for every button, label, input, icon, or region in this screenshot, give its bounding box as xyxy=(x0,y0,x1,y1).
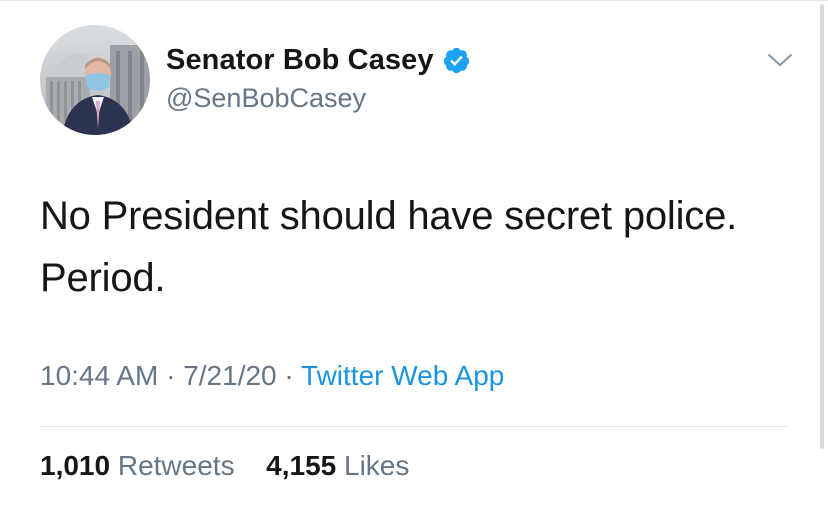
profile-photo xyxy=(40,25,150,135)
top-divider xyxy=(0,0,828,1)
tweet-menu-button[interactable] xyxy=(764,46,796,74)
likes-stat[interactable]: 4,155 Likes xyxy=(266,450,409,481)
likes-count: 4,155 xyxy=(266,450,337,481)
tweet-date[interactable]: 7/21/20 xyxy=(183,360,276,391)
scroll-indicator[interactable] xyxy=(820,4,824,449)
retweets-count: 1,010 xyxy=(40,450,111,481)
stats-divider xyxy=(40,426,788,427)
tweet-time[interactable]: 10:44 AM xyxy=(40,360,158,391)
tweet-stats: 1,010 Retweets 4,155 Likes xyxy=(40,450,409,482)
tweet-meta: 10:44 AM · 7/21/20 · Twitter Web App xyxy=(40,360,504,392)
retweets-stat[interactable]: 1,010 Retweets xyxy=(40,450,242,481)
tweet-source-link[interactable]: Twitter Web App xyxy=(301,360,504,391)
tweet-text: No President should have secret police. … xyxy=(40,194,738,300)
likes-label: Likes xyxy=(344,450,410,481)
verified-badge-icon xyxy=(442,46,471,75)
author-name-row[interactable]: Senator Bob Casey xyxy=(166,42,471,78)
retweets-label: Retweets xyxy=(117,450,235,481)
meta-separator-2: · xyxy=(284,360,294,391)
chevron-down-icon xyxy=(768,54,792,66)
meta-separator: · xyxy=(166,360,176,391)
avatar[interactable] xyxy=(40,25,150,135)
author-display-name[interactable]: Senator Bob Casey xyxy=(166,44,434,77)
author-handle[interactable]: @SenBobCasey xyxy=(166,83,366,114)
